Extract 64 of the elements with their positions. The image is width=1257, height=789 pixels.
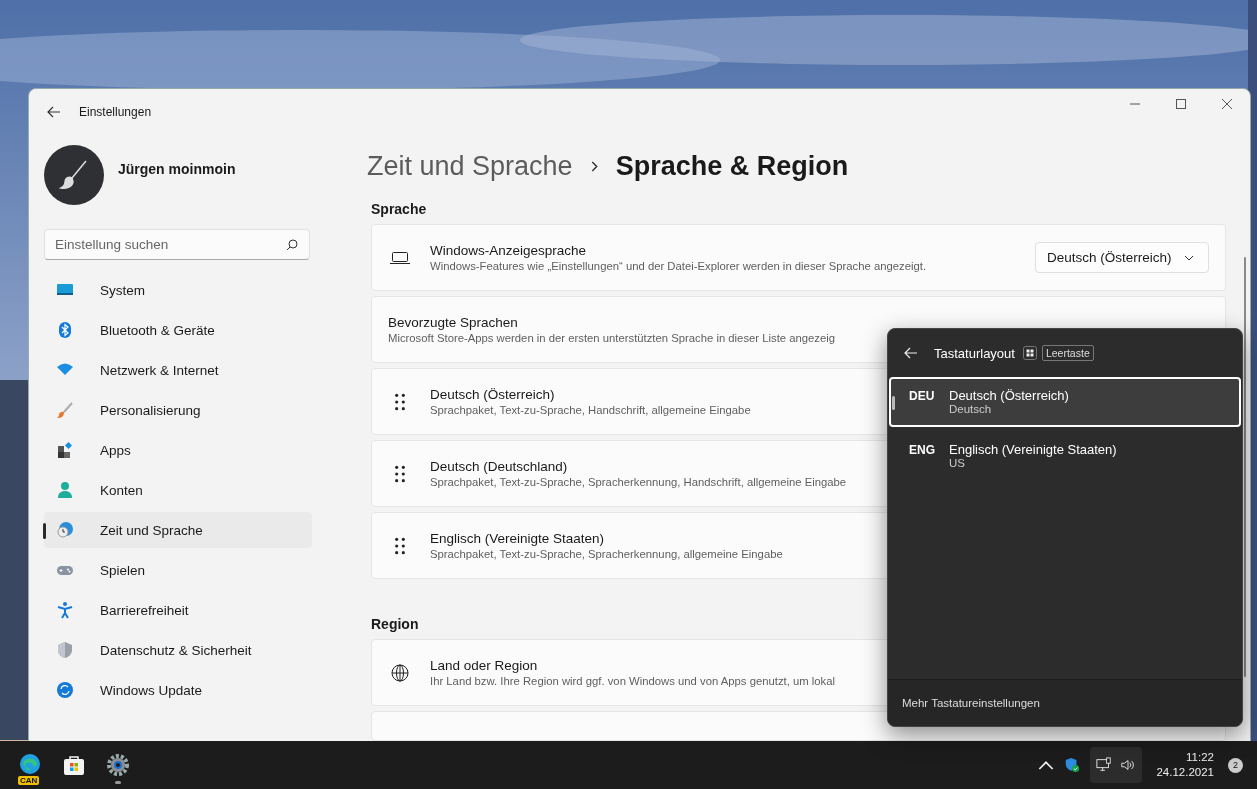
- user-name: Jürgen moinmoin: [118, 161, 236, 177]
- nav-item[interactable]: Konten: [44, 472, 312, 508]
- card-title: Englisch (Vereinigte Staaten): [430, 531, 605, 546]
- search-icon: [286, 239, 298, 251]
- card-title: Bevorzugte Sprachen: [388, 315, 518, 330]
- globe-clock-icon: [56, 521, 74, 539]
- running-indicator: [115, 781, 121, 784]
- window-title: Einstellungen: [79, 105, 152, 119]
- security-shield-icon[interactable]: [1064, 757, 1081, 773]
- bluetooth-icon: [56, 321, 74, 339]
- key-label: Leertaste: [1041, 345, 1094, 361]
- card-title: Deutsch (Deutschland): [430, 459, 568, 474]
- store-icon[interactable]: [62, 753, 86, 777]
- section-heading: Region: [371, 616, 420, 632]
- nav-item[interactable]: System: [44, 272, 312, 308]
- search-field[interactable]: Einstellung suchen: [44, 229, 310, 260]
- apps-icon: [56, 441, 74, 459]
- nav-item[interactable]: Personalisierung: [44, 392, 312, 428]
- card-title: Deutsch (Österreich): [430, 387, 555, 402]
- card-description: Ihr Land bzw. Ihre Region wird ggf. von Windows und von Apps genutzt, um lokal: [430, 675, 836, 687]
- person-icon: [56, 481, 74, 499]
- layout-option[interactable]: DEU Deutsch (Österreich) Deutsch: [889, 377, 1241, 427]
- card-description: Sprachpaket, Text-zu-Sprache, Spracherkennung, allgemeine Eingabe: [430, 548, 783, 560]
- browser-icon[interactable]: [18, 753, 42, 777]
- nav-item[interactable]: Bluetooth & Geräte: [44, 312, 312, 348]
- card-description: Sprachpaket, Text-zu-Sprache, Handschrift, allgemeine Eingabe: [430, 404, 751, 416]
- card-title: Land oder Region: [430, 658, 538, 673]
- section-heading: Sprache: [371, 201, 428, 217]
- notification-count[interactable]: 2: [1228, 757, 1243, 773]
- clock[interactable]: 11:22 24.12.2021: [1152, 750, 1218, 780]
- update-icon: [56, 681, 74, 699]
- chevron-down-icon: [1184, 254, 1194, 261]
- maximize-icon[interactable]: [1176, 99, 1186, 109]
- globe-icon: [390, 662, 410, 683]
- breadcrumb-link[interactable]: Zeit und Sprache: [367, 150, 573, 182]
- back-arrow-icon[interactable]: [47, 106, 61, 118]
- shield-icon: [56, 641, 74, 659]
- nav-item[interactable]: Datenschutz & Sicherheit: [44, 632, 312, 668]
- card-title: Windows-Anzeigesprache: [430, 243, 587, 258]
- network-icon[interactable]: [1096, 757, 1113, 773]
- card-description: Windows-Features wie „Einstellungen“ und der Datei-Explorer werden in dieser Sprache angezeigt.: [430, 260, 927, 272]
- card-description: Sprachpaket, Text-zu-Sprache, Spracherkennung, Handschrift, allgemeine Eingabe: [430, 476, 847, 488]
- gear-icon[interactable]: [106, 753, 130, 777]
- more-settings-link[interactable]: Mehr Tastatureinstellungen: [902, 697, 1040, 709]
- nav-item[interactable]: Windows Update: [44, 672, 312, 708]
- nav-item[interactable]: Zeit und Sprache: [44, 512, 312, 548]
- brush-icon: [56, 401, 74, 419]
- card-description: Microsoft Store-Apps werden in der ersten unterstützten Sprache in dieser Liste angezeig: [388, 332, 836, 344]
- nav-item[interactable]: Apps: [44, 432, 312, 468]
- language-dropdown[interactable]: Deutsch (Österreich): [1035, 242, 1209, 273]
- page-title: Sprache & Region: [615, 150, 849, 182]
- flyout-title: Tastaturlayout: [934, 345, 1015, 361]
- accessibility-icon: [56, 601, 74, 619]
- settings-card[interactable]: Windows-Anzeigesprache Windows-Features wie „Einstellungen“ und der Datei-Explorer werden in dieser Sprache angezeigt. Deutsch (Österreich): [371, 224, 1226, 291]
- nav-item[interactable]: Spielen: [44, 552, 312, 588]
- scrollbar[interactable]: [1244, 257, 1246, 677]
- nav-item[interactable]: Barrierefreiheit: [44, 592, 312, 628]
- windows-key-icon: [1022, 346, 1037, 360]
- nav-item[interactable]: Netzwerk & Internet: [44, 352, 312, 388]
- speaker-icon[interactable]: [1120, 757, 1137, 773]
- close-icon[interactable]: [1222, 99, 1232, 109]
- avatar-brush-icon: [44, 145, 104, 205]
- channel-badge: CAN: [18, 776, 40, 785]
- chevron-right-icon: [590, 160, 598, 172]
